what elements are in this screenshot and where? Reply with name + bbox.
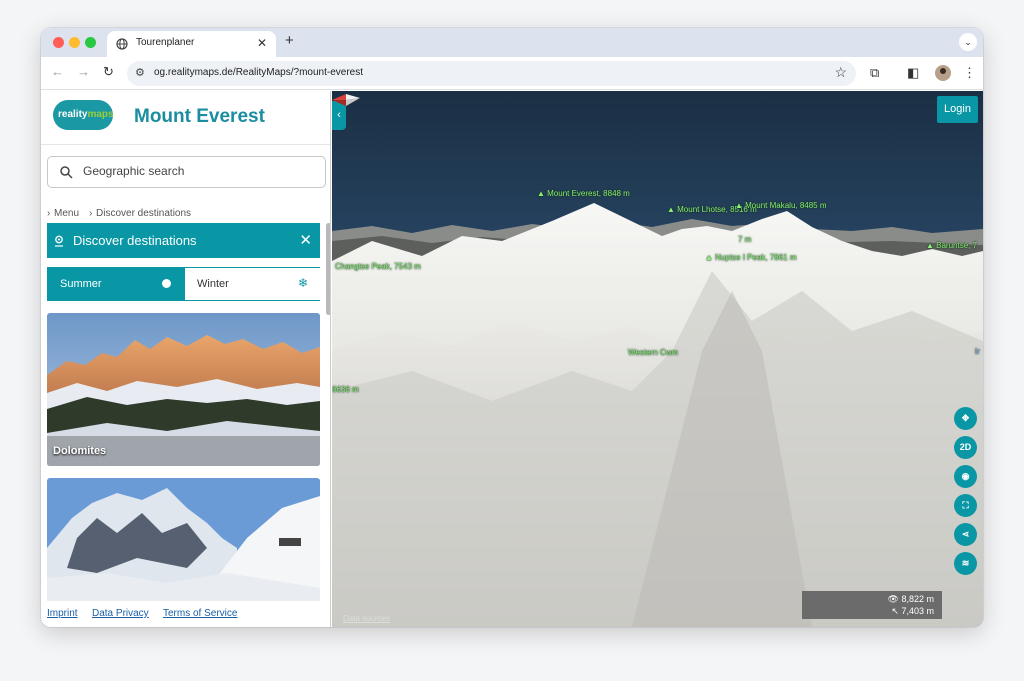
tab-title: Tourenplaner xyxy=(136,37,195,48)
peak-label-nuptse[interactable]: ▲ Nuptse I Peak, 7861 m xyxy=(705,253,797,262)
share-icon[interactable]: ⋖ xyxy=(954,523,977,546)
fullscreen-icon[interactable]: ⛶ xyxy=(954,494,977,517)
peak-text: Ir xyxy=(975,347,980,356)
cursor-icon: ↖ xyxy=(891,606,902,616)
browser-window: Tourenplaner ✕ + ⌄ ← → ↻ ⚙ og.realitymap… xyxy=(41,28,983,627)
breadcrumb-chevron-icon: › xyxy=(47,208,51,219)
sidebar-scrollbar[interactable] xyxy=(326,223,330,315)
peak-triangle-icon: ▲ xyxy=(735,201,746,210)
place-label-partial[interactable]: Ir xyxy=(975,347,980,356)
browser-toolbar: ← → ↻ ⚙ og.realitymaps.de/RealityMaps/?m… xyxy=(41,57,983,90)
sidepanel-icon[interactable]: ◧ xyxy=(907,65,919,81)
back-icon[interactable]: ← xyxy=(51,64,64,79)
peak-label-makalu[interactable]: ▲ Mount Makalu, 8485 m xyxy=(735,201,827,210)
extensions-icon[interactable]: ⧉ xyxy=(870,65,879,81)
dolomites-image xyxy=(47,313,320,466)
tab-search-button[interactable]: ⌄ xyxy=(959,33,977,51)
peak-text: 7 m xyxy=(738,235,752,244)
footer: Imprint Data Privacy Terms of Service xyxy=(41,601,330,627)
view-altitude: 👁 8,822 m xyxy=(888,594,934,605)
peak-text: Changtse Peak, 7543 m xyxy=(335,262,421,271)
profile-avatar[interactable] xyxy=(935,65,951,81)
section-title: Discover destinations xyxy=(73,233,197,248)
winter-mountain-image xyxy=(47,478,320,603)
bookmark-star-icon[interactable]: ☆ xyxy=(834,64,847,81)
view-altitude-value: 8,822 m xyxy=(901,594,934,604)
move-icon[interactable]: ✥ xyxy=(954,407,977,430)
minimize-window-button[interactable] xyxy=(69,37,80,48)
breadcrumb-menu[interactable]: Menu xyxy=(54,208,79,219)
cursor-altitude-value: 7,403 m xyxy=(901,606,934,616)
breadcrumb-discover[interactable]: Discover destinations xyxy=(96,208,191,219)
peak-text: Nuptse I Peak, 7861 m xyxy=(715,253,797,262)
season-toggle: Summer Winter ❄ xyxy=(47,267,320,301)
data-sources-link[interactable]: Data sources xyxy=(343,614,390,623)
peak-label-everest[interactable]: ▲ Mount Everest, 8848 m xyxy=(537,189,630,198)
toggle-2d-button[interactable]: 2D xyxy=(954,436,977,459)
breadcrumb-chevron-icon: › xyxy=(89,208,93,219)
peak-triangle-icon: ▲ xyxy=(926,241,937,250)
cursor-altitude: ↖ 7,403 m xyxy=(891,606,934,617)
peak-label-partial[interactable]: 7 m xyxy=(738,235,751,244)
browser-tab[interactable]: Tourenplaner ✕ xyxy=(107,31,276,57)
peak-text: Western Cwm xyxy=(628,348,679,357)
globe-icon xyxy=(116,38,128,50)
eye-icon[interactable]: ◉ xyxy=(954,465,977,488)
winter-label: Winter xyxy=(197,278,229,290)
peak-text: 6636 m xyxy=(332,385,359,394)
peak-label-6636[interactable]: 6636 m xyxy=(332,385,359,394)
terrain-render xyxy=(332,91,983,627)
close-window-button[interactable] xyxy=(53,37,64,48)
snowflake-icon: ❄ xyxy=(297,276,308,290)
logo-text-maps: maps xyxy=(87,109,114,120)
summer-option[interactable]: Summer xyxy=(48,268,185,300)
imprint-link[interactable]: Imprint xyxy=(47,608,78,619)
divider xyxy=(41,144,330,145)
maximize-window-button[interactable] xyxy=(85,37,96,48)
destination-card[interactable]: Dolomites xyxy=(47,313,320,466)
compass-icon[interactable] xyxy=(332,91,360,107)
winter-option[interactable]: Winter ❄ xyxy=(185,268,320,300)
peak-triangle-icon: ▲ xyxy=(705,253,716,262)
data-privacy-link[interactable]: Data Privacy xyxy=(92,608,149,619)
new-tab-button[interactable]: + xyxy=(285,32,294,49)
place-label-western-cwm[interactable]: Western Cwm xyxy=(628,348,678,357)
section-header: Discover destinations ✕ xyxy=(47,223,320,258)
location-pin-icon xyxy=(55,235,63,247)
summer-label: Summer xyxy=(60,278,102,290)
sidebar: realitymaps Mount Everest › Menu › Disco… xyxy=(41,91,331,627)
page-title: Mount Everest xyxy=(134,106,265,127)
peak-text: Baruntse, 7 xyxy=(936,241,978,250)
close-tab-icon[interactable]: ✕ xyxy=(257,36,267,50)
login-button[interactable]: Login xyxy=(937,96,978,123)
search-icon xyxy=(60,166,73,179)
realitymaps-logo[interactable]: realitymaps xyxy=(53,100,114,130)
altitude-info-box: 👁 8,822 m ↖ 7,403 m xyxy=(802,591,942,619)
page-content: realitymaps Mount Everest › Menu › Disco… xyxy=(41,91,983,627)
terrain-map-view[interactable]: ‹ Login ▲ Mount Everest, 8848 m ▲ Mount … xyxy=(332,91,983,627)
geographic-search[interactable] xyxy=(47,156,326,188)
tab-bar: Tourenplaner ✕ + ⌄ xyxy=(41,28,983,57)
peak-triangle-icon: ▲ xyxy=(537,189,548,198)
search-input[interactable] xyxy=(83,164,313,178)
site-info-icon[interactable]: ⚙ xyxy=(135,66,145,79)
url-text[interactable]: og.realitymaps.de/RealityMaps/?mount-eve… xyxy=(154,67,363,78)
peak-label-changtse[interactable]: Changtse Peak, 7543 m xyxy=(335,262,421,271)
destination-card[interactable] xyxy=(47,478,320,603)
logo-text-reality: reality xyxy=(58,109,88,120)
eye-small-icon: 👁 xyxy=(887,594,902,604)
sun-icon xyxy=(162,279,171,288)
address-bar[interactable]: ⚙ og.realitymaps.de/RealityMaps/?mount-e… xyxy=(127,61,856,86)
terms-link[interactable]: Terms of Service xyxy=(163,608,237,619)
peak-label-baruntse[interactable]: ▲ Baruntse, 7 xyxy=(926,241,977,250)
forward-icon[interactable]: → xyxy=(77,64,90,79)
reload-icon[interactable]: ↻ xyxy=(103,64,114,80)
more-menu-icon[interactable]: ⋮ xyxy=(963,65,976,81)
close-icon[interactable]: ✕ xyxy=(299,231,312,249)
peak-triangle-icon: ▲ xyxy=(667,205,678,214)
peak-text: Mount Everest, 8848 m xyxy=(547,189,630,198)
layers-icon[interactable]: ≋ xyxy=(954,552,977,575)
peak-text: Mount Makalu, 8485 m xyxy=(745,201,827,210)
destination-name: Dolomites xyxy=(53,445,107,457)
